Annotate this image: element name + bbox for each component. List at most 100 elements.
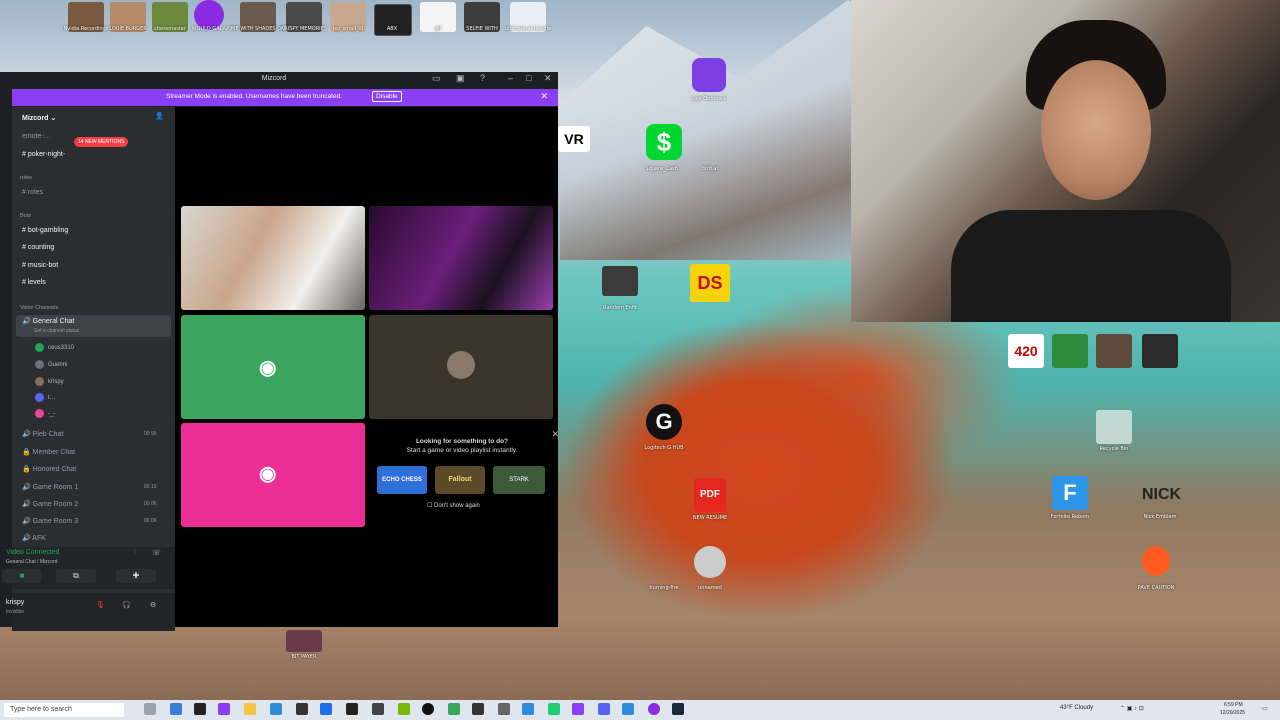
app-icon[interactable] xyxy=(672,703,684,715)
app-icon[interactable] xyxy=(498,703,510,715)
nvidia-icon[interactable] xyxy=(398,703,410,715)
app-icon[interactable] xyxy=(346,703,358,715)
app-icon[interactable] xyxy=(422,703,434,715)
mentions-badge[interactable]: 14 NEW MENTIONS xyxy=(74,137,129,147)
video-tile-participant-1[interactable] xyxy=(181,206,365,310)
voice-game-room-2[interactable]: 🔊 Game Room 2 xyxy=(22,500,78,508)
voice-pleb-chat[interactable]: 🔊 Pleb Chat xyxy=(22,430,63,438)
title-bar[interactable]: Mizcord ▭ ▣ ? – □ ✕ xyxy=(0,72,558,88)
voice-afk[interactable]: 🔊 AFK xyxy=(22,534,46,542)
invite-icon[interactable]: 👤 xyxy=(155,112,164,120)
channel-bot-gambling[interactable]: # bot-gambling xyxy=(22,227,68,234)
category-bots[interactable]: Bots xyxy=(20,213,31,219)
voice-game-room-1[interactable]: 🔊 Game Room 1 xyxy=(22,483,78,491)
voice-channel-status[interactable]: Set a channel status xyxy=(34,328,79,334)
screen-share-button[interactable]: ⧉ xyxy=(56,569,96,583)
camera-button[interactable]: ■ xyxy=(2,569,42,583)
screen-icon[interactable]: ▣ xyxy=(456,73,465,84)
desktop-icon[interactable] xyxy=(602,266,638,296)
app-icon[interactable] xyxy=(218,703,230,715)
cash-app-icon[interactable]: $ xyxy=(646,124,682,160)
app-icon[interactable] xyxy=(472,703,484,715)
app-icon[interactable] xyxy=(622,703,634,715)
channel-roles[interactable]: # roles xyxy=(22,189,43,196)
category-roles[interactable]: roles xyxy=(20,175,32,181)
clock-time[interactable]: 6:59 PM xyxy=(1224,702,1243,708)
voice-general-chat[interactable]: 🔊 General Chat xyxy=(22,317,74,325)
ds-icon[interactable]: DS xyxy=(690,264,730,302)
channel-poker-night[interactable]: # poker-night- xyxy=(22,151,65,158)
app-icon[interactable] xyxy=(448,703,460,715)
channel-levels[interactable]: # levels xyxy=(22,279,46,286)
voice-member[interactable]: t… xyxy=(35,393,56,402)
disconnect-icon[interactable]: ☏ xyxy=(152,549,161,557)
video-tile-participant-4[interactable] xyxy=(369,315,553,419)
minimize-icon[interactable]: – xyxy=(508,73,513,83)
voice-honored-chat[interactable]: 🔒 Honored Chat xyxy=(22,465,76,473)
signal-icon[interactable]: ⫶ xyxy=(134,549,136,557)
voice-member[interactable]: ceus3310 xyxy=(35,343,74,352)
task-view-icon[interactable] xyxy=(144,703,156,715)
taskbar-search[interactable]: Type here to search xyxy=(4,703,124,717)
voice-game-room-3[interactable]: 🔊 Game Room 3 xyxy=(22,517,78,525)
app-icon[interactable] xyxy=(270,703,282,715)
app-icon[interactable] xyxy=(320,703,332,715)
pdf-icon[interactable]: PDF xyxy=(694,478,726,512)
app-icon[interactable] xyxy=(372,703,384,715)
video-tile-participant-3[interactable]: ◉ xyxy=(181,315,365,419)
notification-icon[interactable]: ▭ xyxy=(1262,705,1268,712)
clock-date[interactable]: 12/20/2025 xyxy=(1220,710,1245,716)
headphones-icon[interactable]: 🎧 xyxy=(122,601,131,609)
gear-icon[interactable]: ⚙ xyxy=(150,601,156,609)
video-connected-sub[interactable]: General Chat / Mizcord xyxy=(6,559,57,565)
game-fallout[interactable]: Fallout xyxy=(435,466,485,494)
voice-member[interactable]: Guenni xyxy=(35,360,67,369)
video-tile-participant-5[interactable]: ◉ xyxy=(181,423,365,527)
app-icon[interactable] xyxy=(572,703,584,715)
activities-button[interactable]: ✚ xyxy=(116,569,156,583)
recycle-bin-icon[interactable] xyxy=(1096,410,1132,444)
video-tile-participant-2[interactable] xyxy=(369,206,553,310)
file-explorer-icon[interactable] xyxy=(244,703,256,715)
app-icon[interactable] xyxy=(548,703,560,715)
weather-widget[interactable]: 43°F Cloudy xyxy=(1060,705,1093,711)
tray-icons[interactable]: ⌃ ▣ ♪ ⊡ xyxy=(1120,705,1144,712)
desktop-icon[interactable]: 420 xyxy=(1008,334,1044,368)
discord-window[interactable]: Mizcord ▭ ▣ ? – □ ✕ Streamer Mode is ena… xyxy=(0,72,559,631)
desktop-icon[interactable] xyxy=(286,630,322,652)
app-icon[interactable] xyxy=(648,703,660,715)
voice-member[interactable]: -_- xyxy=(35,409,55,418)
mute-icon[interactable]: 🎙 xyxy=(96,601,105,609)
nick-icon[interactable]: NICK xyxy=(1142,478,1181,512)
channel-music-bot[interactable]: # music-bot xyxy=(22,262,58,269)
app-icon[interactable] xyxy=(194,703,206,715)
fortnite-icon[interactable]: F xyxy=(1052,476,1088,510)
server-name[interactable]: Mizcord ⌄ xyxy=(22,114,56,122)
game-stark[interactable]: STARK xyxy=(493,466,545,494)
channel-emote[interactable]: emote-… xyxy=(22,133,51,140)
desktop-icon[interactable] xyxy=(1142,546,1170,576)
app-icon[interactable] xyxy=(296,703,308,715)
disable-button[interactable]: Disable xyxy=(372,91,402,102)
inbox-icon[interactable]: ▭ xyxy=(432,73,441,84)
close-icon[interactable]: ✕ xyxy=(544,73,552,84)
app-icon[interactable] xyxy=(522,703,534,715)
close-banner-icon[interactable]: ✕ xyxy=(540,91,548,102)
desktop-icon[interactable] xyxy=(692,58,726,92)
dont-show-checkbox[interactable]: ☐ Don't show again xyxy=(427,502,480,509)
maximize-icon[interactable]: □ xyxy=(526,73,531,83)
channel-counting[interactable]: # counting xyxy=(22,244,54,251)
username[interactable]: krispy xyxy=(6,599,24,606)
vr-icon[interactable]: VR xyxy=(558,126,590,152)
discord-taskbar-icon[interactable] xyxy=(598,703,610,715)
voice-member-chat[interactable]: 🔒 Member Chat xyxy=(22,448,75,456)
desktop-icon[interactable] xyxy=(1096,334,1132,368)
desktop-icon[interactable] xyxy=(1142,334,1178,368)
voice-member[interactable]: krispy xyxy=(35,377,64,386)
game-echo-chess[interactable]: ECHO CHESS xyxy=(377,466,427,494)
app-icon[interactable] xyxy=(170,703,182,715)
promo-close-icon[interactable]: ✕ xyxy=(551,429,559,440)
video-connected-status[interactable]: Video Connected xyxy=(6,549,60,556)
logitech-g-hub-icon[interactable]: G xyxy=(646,404,682,440)
desktop-icon[interactable] xyxy=(694,546,726,578)
